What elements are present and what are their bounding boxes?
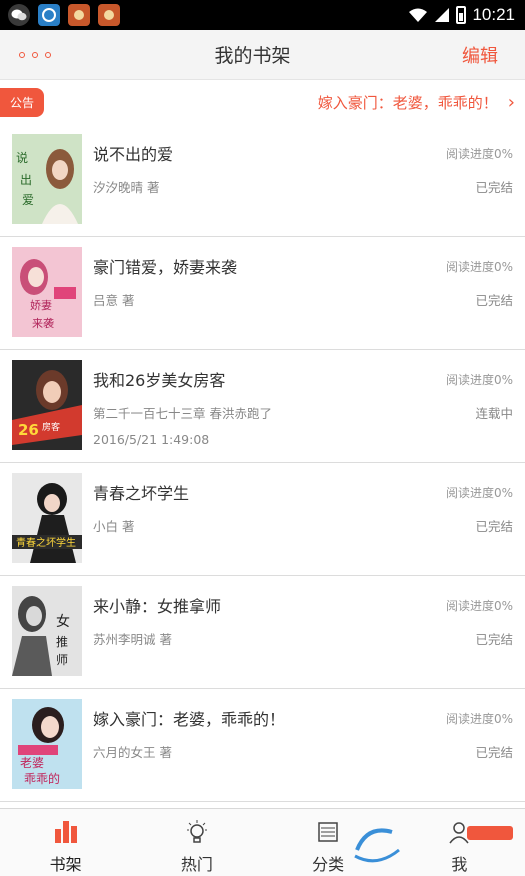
- update-time: 2016/5/21 1:49:08: [93, 432, 210, 447]
- book-author: 小白 著: [93, 519, 135, 534]
- signal-icon: [435, 8, 450, 22]
- watermark-logo: [354, 826, 513, 863]
- page-title: 我的书架: [214, 45, 291, 67]
- book-author: 六月的女王 著: [93, 745, 172, 760]
- app-icon: [98, 4, 120, 26]
- lightbulb-icon: [182, 817, 212, 847]
- svg-text:老婆: 老婆: [20, 756, 44, 770]
- reading-progress: 阅读进度0%: [445, 486, 513, 500]
- book-title: 我和26岁美女房客: [93, 371, 226, 390]
- reading-progress: 阅读进度0%: [445, 260, 513, 274]
- chevron-right-icon: ›: [507, 91, 515, 113]
- reading-progress: 阅读进度0%: [445, 712, 513, 726]
- book-author: 汐汐晚晴 著: [93, 180, 160, 195]
- svg-text:爱: 爱: [22, 193, 34, 207]
- svg-text:推: 推: [56, 635, 68, 649]
- book-list: 说出爱 说不出的爱 汐汐晚晴 著 阅读进度0% 已完结 娇妻来袭 豪门错爱，娇妻…: [0, 124, 525, 802]
- svg-text:说: 说: [16, 150, 28, 165]
- book-author: 苏州李明诚 著: [93, 632, 172, 647]
- book-item[interactable]: 女推师 来小静：女推拿师 苏州李明诚 著 阅读进度0% 已完结: [0, 576, 525, 689]
- status-bar: 10:21: [0, 0, 525, 30]
- book-status: 已完结: [475, 519, 513, 534]
- book-status: 连载中: [475, 406, 513, 421]
- book-title: 说不出的爱: [93, 145, 174, 164]
- book-cover: 说出爱: [12, 134, 82, 224]
- wifi-icon: [409, 8, 428, 22]
- category-icon: [313, 817, 343, 847]
- app-icon: [38, 4, 60, 26]
- notice-badge: 公告: [0, 87, 45, 117]
- svg-text:师: 师: [56, 653, 68, 667]
- book-item[interactable]: 青春之坏学生 青春之坏学生 小白 著 阅读进度0% 已完结: [0, 463, 525, 576]
- notice-text[interactable]: 嫁入豪门：老婆，乖乖的！: [318, 92, 498, 113]
- svg-text:房客: 房客: [42, 421, 60, 433]
- book-item[interactable]: 娇妻来袭 豪门错爱，娇妻来袭 吕意 著 阅读进度0% 已完结: [0, 237, 525, 350]
- more-dots-icon[interactable]: [0, 30, 70, 80]
- book-status: 已完结: [475, 180, 513, 195]
- book-author: 第二千一百七十三章 春洪赤跑了: [93, 406, 272, 421]
- edit-button[interactable]: 编辑: [435, 42, 525, 68]
- svg-text:娇妻: 娇妻: [30, 299, 52, 312]
- svg-text:26: 26: [18, 421, 39, 439]
- nav-bar: 我的书架 编辑: [0, 30, 525, 80]
- tab-label: 书架: [49, 855, 82, 874]
- book-item[interactable]: 老婆 乖乖的 嫁入豪门：老婆，乖乖的！ 六月的女王 著 阅读进度0% 已完结: [0, 689, 525, 802]
- svg-text:来袭: 来袭: [32, 316, 54, 330]
- book-cover: 青春之坏学生: [12, 473, 82, 563]
- book-status: 已完结: [475, 745, 513, 760]
- battery-icon: [456, 6, 467, 24]
- book-author: 吕意 著: [93, 293, 135, 308]
- book-cover: 26 房客: [12, 360, 82, 450]
- tab-bookshelf[interactable]: 书架: [0, 809, 131, 876]
- reading-progress: 阅读进度0%: [445, 373, 513, 387]
- book-status: 已完结: [475, 293, 513, 308]
- book-item[interactable]: 说出爱 说不出的爱 汐汐晚晴 著 阅读进度0% 已完结: [0, 124, 525, 237]
- svg-text:乖乖的: 乖乖的: [24, 771, 60, 786]
- tab-label: 热门: [180, 855, 213, 874]
- tab-label: 分类: [312, 855, 345, 874]
- app-icon: [68, 4, 90, 26]
- book-cover: 娇妻 来袭: [12, 247, 82, 337]
- svg-text:女: 女: [56, 613, 70, 630]
- notice-bar[interactable]: 公告 嫁入豪门：老婆，乖乖的！ ›: [0, 80, 525, 124]
- wechat-icon: [8, 4, 30, 26]
- book-title: 嫁入豪门：老婆，乖乖的！: [93, 710, 286, 729]
- clock: 10:21: [472, 5, 515, 24]
- book-cover: 老婆 乖乖的: [12, 699, 82, 789]
- reading-progress: 阅读进度0%: [445, 147, 513, 161]
- book-title: 来小静：女推拿师: [93, 597, 222, 616]
- book-title: 豪门错爱，娇妻来袭: [93, 258, 238, 277]
- book-item[interactable]: 26 房客 我和26岁美女房客 第二千一百七十三章 春洪赤跑了 2016/5/21…: [0, 350, 525, 463]
- bookshelf-icon: [51, 817, 81, 847]
- book-cover: 女推师: [12, 586, 82, 676]
- svg-text:出: 出: [20, 173, 32, 187]
- book-title: 青春之坏学生: [93, 484, 190, 503]
- reading-progress: 阅读进度0%: [445, 599, 513, 613]
- tab-hot[interactable]: 热门: [131, 809, 262, 876]
- book-status: 已完结: [475, 632, 513, 647]
- svg-text:青春之坏学生: 青春之坏学生: [16, 536, 76, 549]
